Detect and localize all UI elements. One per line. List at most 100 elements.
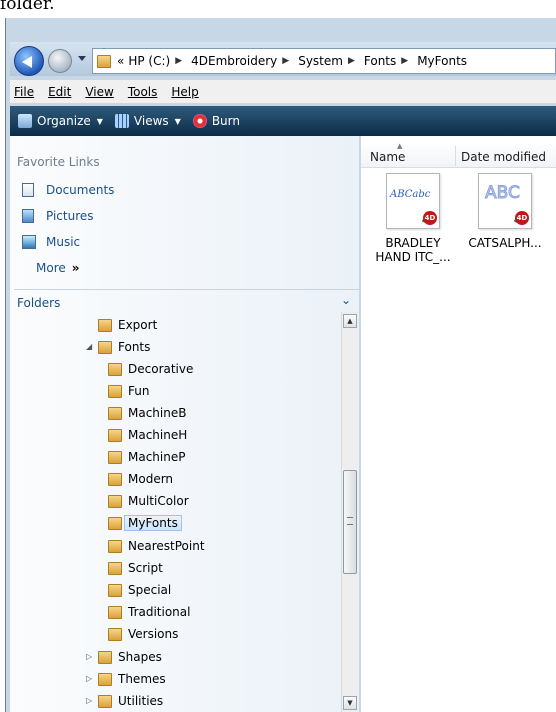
recent-pages-dropdown-icon[interactable]	[78, 56, 86, 61]
folder-icon	[98, 318, 112, 332]
tree-item-label: Fun	[128, 384, 150, 398]
tree-item-themes[interactable]: Themes	[98, 670, 166, 688]
tree-item-myfonts[interactable]: MyFonts	[108, 514, 182, 532]
more-label: More	[36, 261, 66, 275]
more-links-button[interactable]: More »	[36, 261, 80, 275]
column-header-name[interactable]: Name	[370, 150, 405, 164]
breadcrumb-separator-icon[interactable]: ▶	[401, 56, 408, 66]
menu-help[interactable]: Help	[171, 85, 198, 99]
collapsed-triangle-icon[interactable]: ▷	[86, 696, 94, 705]
menu-file[interactable]: File	[14, 85, 34, 99]
file-item-catsalph[interactable]: ABC 4D CATSALPH...	[460, 173, 550, 250]
tree-item-label: Modern	[128, 472, 174, 486]
tree-item-machinep[interactable]: MachineP	[108, 448, 185, 466]
tree-item-export[interactable]: Export	[98, 316, 157, 334]
thumbnail-sample-text: ABC	[485, 183, 521, 203]
menu-file-label: File	[14, 84, 35, 99]
back-arrow-icon[interactable]	[14, 46, 44, 76]
tree-item-machineh[interactable]: MachineH	[108, 426, 187, 444]
menu-tools-label: Tools	[127, 84, 158, 99]
double-chevron-right-icon: »	[71, 261, 80, 275]
menu-view[interactable]: View	[85, 85, 113, 99]
tree-item-label: Shapes	[118, 650, 162, 664]
tree-item-script[interactable]: Script	[108, 559, 163, 577]
address-box[interactable]: « HP (C:) ▶ 4DEmbroidery ▶ System ▶ Font…	[92, 48, 556, 74]
address-overflow[interactable]: «	[117, 54, 124, 68]
folder-tree-scrollbar[interactable]: ▲ ▼	[341, 312, 358, 712]
tree-item-utilities[interactable]: Utilities	[98, 692, 163, 710]
collapsed-triangle-icon[interactable]: ▷	[86, 674, 94, 683]
views-button[interactable]: Views ▼	[114, 114, 181, 128]
chevron-down-icon: ▼	[96, 116, 103, 126]
pictures-icon	[22, 209, 34, 223]
tree-item-label: Export	[118, 318, 158, 332]
tree-item-versions[interactable]: Versions	[108, 625, 178, 643]
4d-badge-icon: 4D	[515, 211, 529, 225]
folder-icon	[108, 583, 122, 597]
breadcrumb-4dembroidery[interactable]: 4DEmbroidery	[191, 54, 277, 68]
folder-icon	[98, 694, 112, 708]
menu-tools[interactable]: Tools	[128, 85, 158, 99]
column-header-date-modified[interactable]: Date modified	[461, 150, 546, 164]
scroll-down-arrow-icon[interactable]: ▼	[343, 696, 357, 710]
tree-item-nearestpoint[interactable]: NearestPoint	[108, 537, 205, 555]
menu-edit-label: Edit	[48, 84, 72, 99]
expanded-triangle-icon[interactable]: ◢	[86, 342, 94, 351]
folder-icon	[108, 406, 122, 420]
tree-item-fonts[interactable]: Fonts	[98, 338, 150, 356]
tree-item-traditional[interactable]: Traditional	[108, 603, 190, 621]
tree-item-label: MachineP	[128, 450, 186, 464]
tree-item-special[interactable]: Special	[108, 581, 171, 599]
burn-label: Burn	[211, 114, 240, 128]
tree-item-label: NearestPoint	[128, 539, 205, 553]
burn-button[interactable]: Burn	[192, 114, 240, 128]
scrollbar-thumb[interactable]	[343, 470, 357, 574]
font-file-thumbnail: ABCabc 4D	[386, 173, 440, 229]
tree-item-label: Script	[128, 561, 163, 575]
folder-icon	[98, 650, 112, 664]
tree-item-multicolor[interactable]: MultiColor	[108, 492, 189, 510]
tree-item-shapes[interactable]: Shapes	[98, 648, 162, 666]
file-item-bradley-hand[interactable]: ABCabc 4D BRADLEY HAND ITC_...	[368, 173, 458, 264]
folder-icon	[97, 54, 111, 68]
favorite-link-music[interactable]: Music	[22, 235, 80, 249]
grip-icon	[347, 517, 353, 525]
breadcrumb-hp-c[interactable]: HP (C:)	[128, 54, 170, 68]
breadcrumb-fonts[interactable]: Fonts	[364, 54, 396, 68]
chevron-down-icon[interactable]: ⌄	[341, 293, 351, 307]
column-separator[interactable]	[455, 146, 456, 166]
tree-item-fun[interactable]: Fun	[108, 382, 149, 400]
organize-icon	[18, 114, 32, 128]
scroll-up-arrow-icon[interactable]: ▲	[343, 314, 357, 328]
organize-button[interactable]: Organize ▼	[18, 114, 103, 128]
tree-item-modern[interactable]: Modern	[108, 470, 173, 488]
folder-icon	[108, 627, 122, 641]
file-name-line: HAND ITC_...	[375, 250, 451, 264]
tree-item-label: MultiColor	[128, 494, 189, 508]
folder-icon	[108, 362, 122, 376]
forward-arrow-icon[interactable]	[48, 49, 72, 73]
tree-item-decorative[interactable]: Decorative	[108, 360, 193, 378]
breadcrumb-system[interactable]: System	[298, 54, 343, 68]
documents-icon	[22, 183, 34, 197]
favorite-link-documents[interactable]: Documents	[22, 183, 114, 197]
collapsed-triangle-icon[interactable]: ▷	[86, 652, 94, 661]
folder-icon	[108, 605, 122, 619]
4d-badge-icon: 4D	[423, 211, 437, 225]
pane-divider	[14, 289, 360, 290]
tree-item-machineb[interactable]: MachineB	[108, 404, 186, 422]
breadcrumb-separator-icon[interactable]: ▶	[175, 56, 182, 66]
tree-item-label: Themes	[118, 672, 166, 686]
folders-heading[interactable]: Folders	[17, 296, 60, 310]
folder-icon	[108, 472, 122, 486]
breadcrumb-myfonts[interactable]: MyFonts	[417, 54, 467, 68]
favorite-link-label: Pictures	[46, 209, 94, 223]
breadcrumb-separator-icon[interactable]: ▶	[348, 56, 355, 66]
menu-bar: File Edit View Tools Help	[10, 80, 556, 104]
breadcrumb-separator-icon[interactable]: ▶	[282, 56, 289, 66]
tree-item-label: Versions	[128, 627, 179, 641]
tree-item-label: Decorative	[128, 362, 194, 376]
favorite-link-pictures[interactable]: Pictures	[22, 209, 94, 223]
menu-edit[interactable]: Edit	[48, 85, 71, 99]
file-name-line: CATSALPH...	[468, 236, 542, 250]
